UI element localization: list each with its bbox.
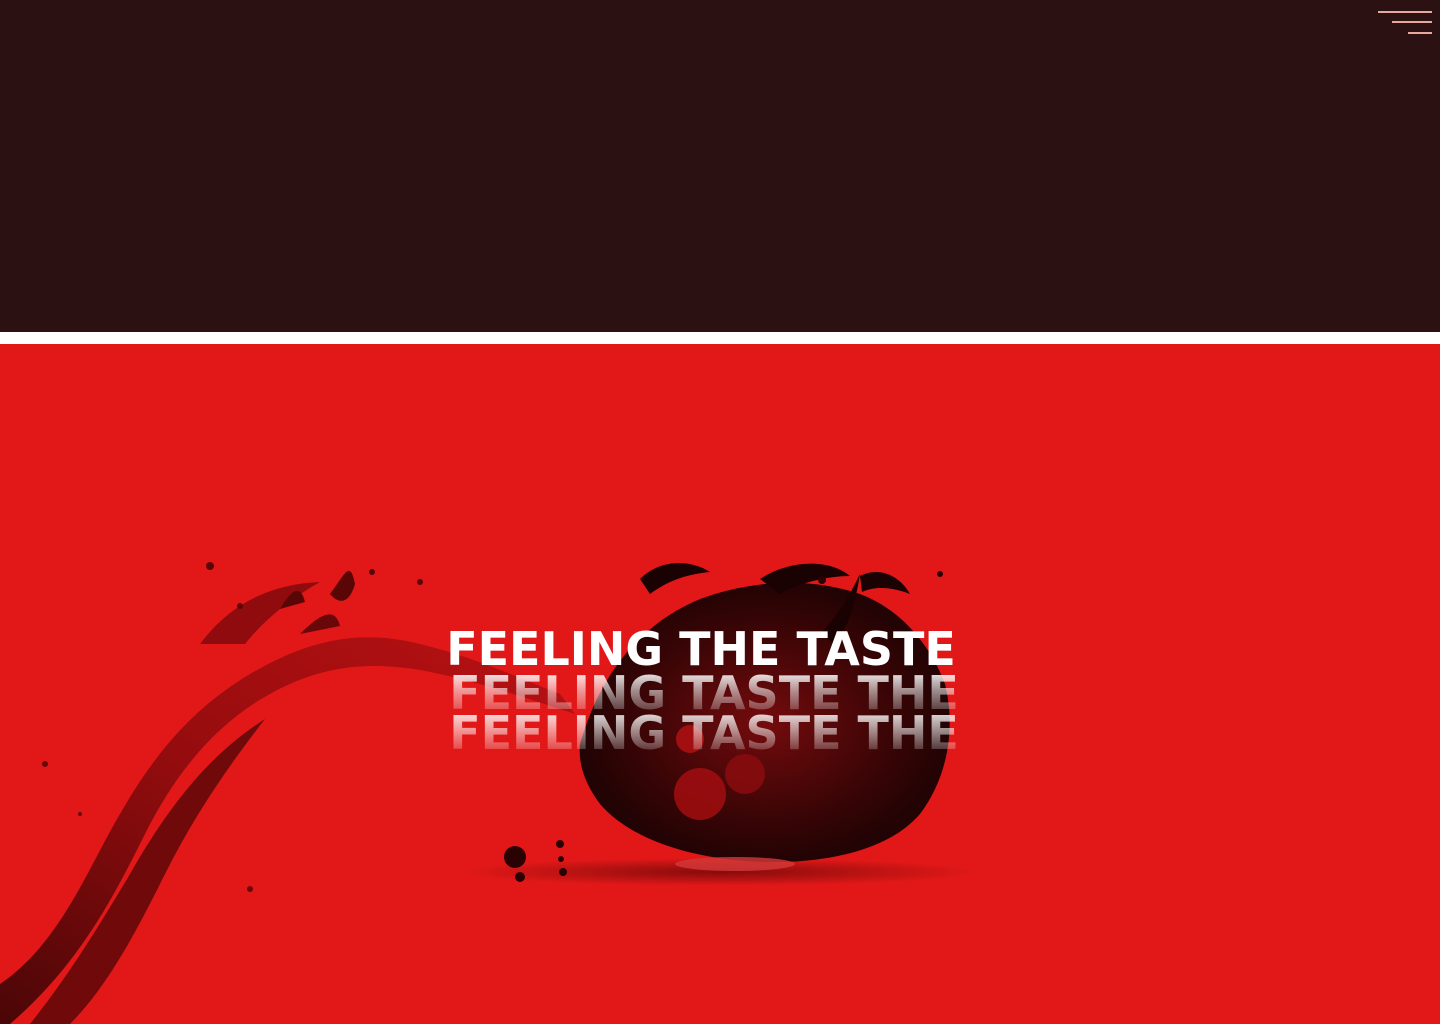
hero-section: FEELING THE TASTE FEELING TASTE THE FEEL… <box>0 344 1440 1024</box>
section-divider <box>0 332 1440 344</box>
hamburger-menu-icon-line <box>1408 32 1432 34</box>
menu-button[interactable] <box>1376 8 1432 38</box>
hamburger-menu-icon-line <box>1392 21 1432 23</box>
hero-headline-echo: FEELING TASTE THE <box>0 710 1424 756</box>
top-banner <box>0 0 1440 332</box>
page: FEELING THE TASTE FEELING TASTE THE FEEL… <box>0 0 1440 1024</box>
hamburger-menu-icon <box>1378 11 1432 13</box>
